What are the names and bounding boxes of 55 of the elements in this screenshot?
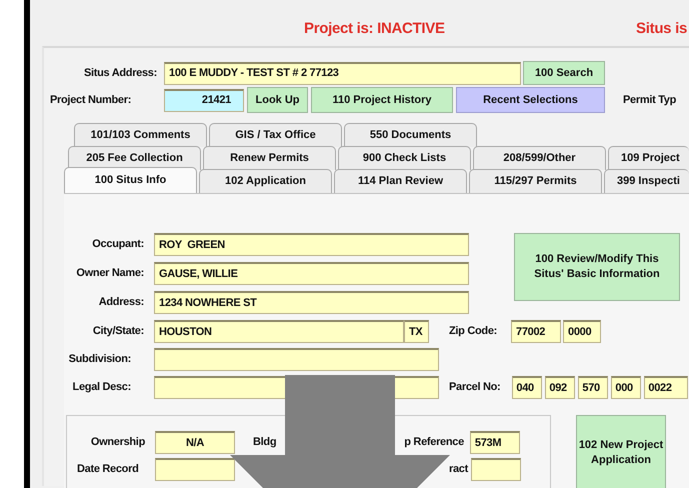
tab[interactable]: GIS / Tax Office [209, 123, 342, 147]
tab[interactable]: 399 Inspecti [604, 169, 689, 193]
field-label: Legal Desc: [72, 380, 131, 396]
field-label: Permit Typ [623, 92, 676, 108]
city-field[interactable]: HOUSTON [154, 320, 404, 343]
project-number-field[interactable]: 21421 [164, 88, 244, 112]
text-field[interactable]: ROY GREEN [154, 233, 469, 256]
parcel-field[interactable]: 570 [578, 376, 608, 399]
field-label: Subdivision: [68, 352, 131, 368]
text-field[interactable]: 1234 NOWHERE ST [154, 291, 469, 314]
tab[interactable]: 102 Application [199, 169, 332, 193]
tab[interactable]: 114 Plan Review [334, 169, 467, 193]
tab[interactable]: 100 Situs Info [64, 167, 197, 193]
tab[interactable]: 109 Project [608, 146, 689, 170]
field-label: Ownership [90, 435, 145, 450]
situs-address-field[interactable]: 100 E MUDDY - TEST ST # 2 77123 [164, 62, 521, 84]
tab[interactable]: 208/599/Other [473, 146, 606, 170]
field-label: Owner Name: [75, 266, 144, 282]
field-label: Bldg [253, 435, 276, 450]
search-button[interactable]: 100 Search [523, 61, 605, 85]
parcel-field[interactable]: 0022 [644, 376, 688, 399]
tab[interactable]: Renew Permits [203, 146, 336, 170]
field-label: Parcel No: [449, 380, 500, 396]
map-reference-field[interactable]: 573M [470, 431, 520, 454]
date-record-field[interactable] [155, 458, 235, 481]
lookup-button[interactable]: Look Up [247, 87, 308, 113]
tract-field[interactable] [470, 458, 521, 481]
tab[interactable]: 900 Check Lists [338, 146, 471, 170]
situs-status: Situs is [636, 18, 687, 39]
field-label: Zip Code: [449, 324, 498, 340]
field-label: Occupant: [91, 237, 144, 252]
parcel-field[interactable]: 000 [611, 376, 642, 399]
subdivision-field[interactable] [154, 348, 439, 371]
field-label: Project Number: [50, 92, 132, 108]
tab[interactable]: 115/297 Permits [469, 169, 602, 193]
recent-selections-button[interactable]: Recent Selections [456, 87, 605, 113]
parcel-field[interactable]: 040 [512, 376, 542, 399]
field-label: Address: [98, 295, 144, 310]
field-label: ract [449, 462, 468, 478]
zip-field[interactable]: 77002 [511, 320, 562, 343]
state-field[interactable]: TX [404, 320, 429, 343]
project-history-button[interactable]: 110 Project History [311, 87, 453, 113]
text-field[interactable]: GAUSE, WILLIE [154, 262, 469, 285]
field-label: p Reference [404, 435, 464, 450]
field-label: Date Record [77, 462, 140, 478]
field-label: Situs Address: [82, 66, 157, 81]
parcel-field[interactable]: 092 [545, 376, 576, 399]
review-situs-button[interactable]: 100 Review/Modify This Situs' Basic Information [514, 233, 680, 301]
field-label: City/State: [92, 324, 144, 340]
project-status: Project is: INACTIVE [304, 18, 445, 39]
tab[interactable]: 550 Documents [344, 123, 477, 147]
tab[interactable]: 101/103 Comments [74, 123, 207, 147]
new-project-button[interactable]: 102 New Project Application [576, 415, 666, 488]
zip-ext-field[interactable]: 0000 [563, 320, 602, 343]
ownership-field[interactable]: N/A [155, 431, 235, 454]
